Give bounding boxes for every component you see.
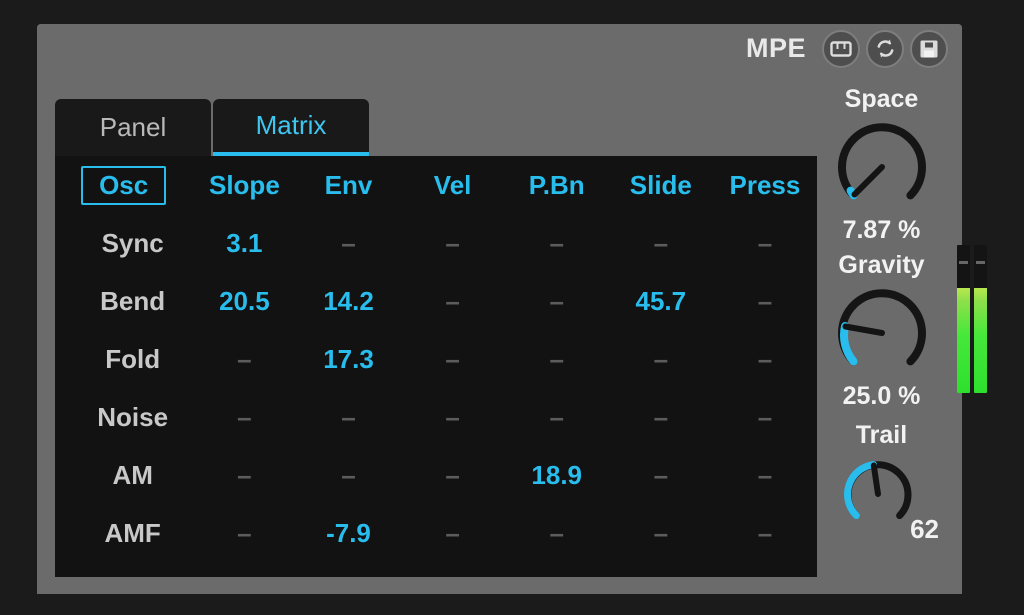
- matrix-header-row: Osc Slope Env Vel P.Bn Slide Press: [55, 156, 817, 214]
- tab-strip: Panel Matrix: [55, 99, 369, 156]
- matrix-body: Sync 3.1– – – – – Bend 20.5 14.2– –45.7– Fold –17.3…: [55, 214, 817, 562]
- matrix-cell[interactable]: –: [713, 446, 817, 504]
- meter-fill-right: [974, 287, 987, 393]
- matrix-cell[interactable]: –: [192, 504, 296, 562]
- matrix-row-label: AM: [112, 459, 153, 490]
- matrix-cell[interactable]: –: [296, 446, 400, 504]
- matrix-cell[interactable]: –: [713, 504, 817, 562]
- modulation-matrix-table: Osc Slope Env Vel P.Bn Slide Press Sync 3…: [55, 156, 817, 562]
- level-meter-right: [974, 245, 987, 393]
- matrix-cell[interactable]: –: [505, 214, 609, 272]
- matrix-cell[interactable]: –: [505, 504, 609, 562]
- knob-gravity-dial[interactable]: [833, 284, 931, 382]
- matrix-cell[interactable]: 14.2: [296, 272, 400, 330]
- matrix-column-env[interactable]: Env: [296, 156, 400, 214]
- matrix-cell[interactable]: –: [505, 272, 609, 330]
- knob-rail: Space 7.87 % Gravity 25.0 % Trail 62: [818, 73, 945, 594]
- mpe-keyboard-button[interactable]: [822, 29, 860, 68]
- matrix-cell[interactable]: –: [609, 504, 713, 562]
- matrix-cell[interactable]: –: [401, 330, 505, 388]
- refresh-icon: [874, 37, 897, 60]
- matrix-cell[interactable]: –: [296, 388, 400, 446]
- matrix-cell[interactable]: 17.3: [296, 330, 400, 388]
- refresh-button[interactable]: [866, 29, 904, 68]
- matrix-cell[interactable]: –: [609, 330, 713, 388]
- knob-space-label: Space: [844, 85, 919, 113]
- table-row: AMF – -7.9– – – –: [55, 504, 817, 562]
- table-row: AM – – –18.9– –: [55, 446, 817, 504]
- matrix-column-slide[interactable]: Slide: [609, 156, 713, 214]
- knob-trail-dial[interactable]: [840, 456, 916, 532]
- matrix-row-label: Noise: [97, 401, 169, 432]
- matrix-cell[interactable]: –: [401, 504, 505, 562]
- matrix-cell[interactable]: –: [192, 446, 296, 504]
- tab-matrix[interactable]: Matrix: [213, 99, 369, 156]
- level-meter-left: [957, 245, 970, 393]
- keyboard-icon: [830, 40, 852, 58]
- matrix-column-osc[interactable]: Osc: [55, 156, 192, 214]
- table-row: Noise – – – – – –: [55, 388, 817, 446]
- matrix-panel: Osc Slope Env Vel P.Bn Slide Press Sync 3…: [55, 156, 817, 577]
- table-row: Fold –17.3– – – –: [55, 330, 817, 388]
- matrix-cell[interactable]: –: [401, 446, 505, 504]
- matrix-cell[interactable]: –: [296, 214, 400, 272]
- matrix-column-slope[interactable]: Slope: [192, 156, 296, 214]
- matrix-cell[interactable]: –: [609, 446, 713, 504]
- matrix-cell[interactable]: 45.7: [609, 272, 713, 330]
- matrix-cell[interactable]: –: [505, 330, 609, 388]
- matrix-cell[interactable]: –: [401, 272, 505, 330]
- knob-group-gravity: Gravity 25.0 %: [818, 253, 945, 409]
- matrix-cell[interactable]: –: [401, 214, 505, 272]
- level-meters: [957, 245, 987, 393]
- tab-matrix-label: Matrix: [255, 110, 327, 140]
- matrix-cell[interactable]: 20.5: [192, 272, 296, 330]
- knob-group-space: Space 7.87 %: [818, 87, 945, 243]
- matrix-row-label: Fold: [105, 343, 161, 374]
- app-root: MPE Panel Matrix Osc Slope Env Vel P.Bn …: [0, 0, 1024, 615]
- matrix-cell[interactable]: –: [505, 388, 609, 446]
- matrix-cell[interactable]: –: [401, 388, 505, 446]
- table-row: Bend 20.5 14.2– –45.7–: [55, 272, 817, 330]
- matrix-column-osc-label: Osc: [81, 165, 167, 205]
- meter-fill-left: [957, 287, 970, 393]
- matrix-column-press[interactable]: Press: [713, 156, 817, 214]
- knob-gravity-value: 25.0 %: [842, 382, 921, 410]
- matrix-cell[interactable]: 3.1: [192, 214, 296, 272]
- matrix-row-label: AMF: [104, 517, 161, 548]
- matrix-row-label: Sync: [101, 227, 164, 258]
- floppy-disk-icon: [919, 39, 939, 59]
- matrix-column-vel[interactable]: Vel: [401, 156, 505, 214]
- matrix-cell[interactable]: –: [713, 388, 817, 446]
- matrix-cell[interactable]: –: [713, 330, 817, 388]
- knob-trail-value: 62: [910, 514, 939, 544]
- matrix-cell[interactable]: –: [192, 388, 296, 446]
- matrix-cell[interactable]: –: [609, 214, 713, 272]
- matrix-cell[interactable]: –: [192, 330, 296, 388]
- knob-group-trail: Trail 62: [818, 423, 945, 542]
- meter-tick-left: [959, 261, 968, 264]
- matrix-cell[interactable]: –: [609, 388, 713, 446]
- matrix-cell[interactable]: 18.9: [505, 446, 609, 504]
- knob-trail-label: Trail: [855, 421, 908, 449]
- matrix-cell[interactable]: –: [713, 272, 817, 330]
- matrix-cell[interactable]: -7.9: [296, 504, 400, 562]
- knob-space-value: 7.87 %: [842, 216, 921, 244]
- save-button[interactable]: [910, 29, 948, 68]
- matrix-cell[interactable]: –: [713, 214, 817, 272]
- plugin-body: Panel Matrix Osc Slope Env Vel P.Bn Slid…: [37, 73, 962, 594]
- header-bar: MPE: [37, 24, 962, 73]
- knob-trail-wrap: 62: [818, 454, 945, 542]
- table-row: Sync 3.1– – – – –: [55, 214, 817, 272]
- knob-space-dial[interactable]: [833, 118, 931, 216]
- mpe-label: MPE: [745, 33, 806, 63]
- tab-panel-label: Panel: [99, 112, 167, 142]
- knob-gravity-label: Gravity: [838, 251, 925, 279]
- meter-tick-right: [976, 261, 985, 264]
- tab-panel[interactable]: Panel: [55, 99, 211, 156]
- plugin-window: MPE Panel Matrix Osc Slope Env Vel P.Bn …: [37, 24, 962, 594]
- matrix-row-label: Bend: [100, 285, 166, 316]
- matrix-column-pbn[interactable]: P.Bn: [505, 156, 609, 214]
